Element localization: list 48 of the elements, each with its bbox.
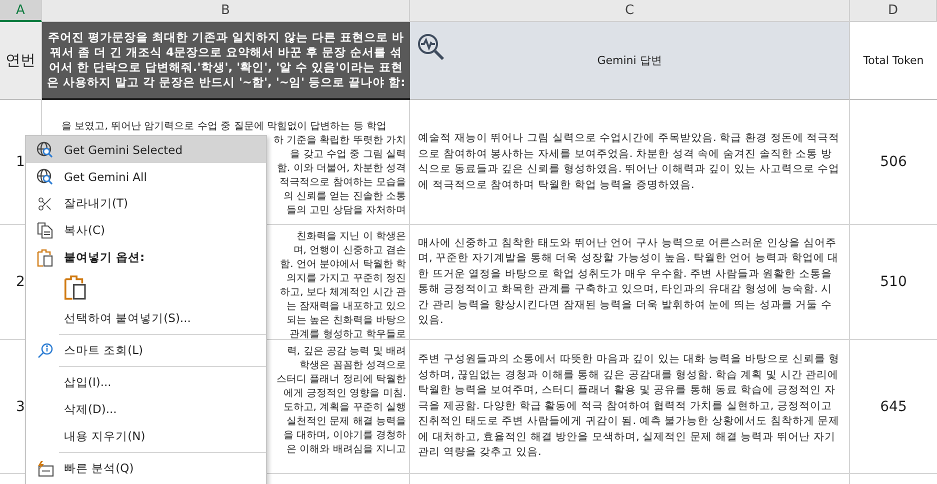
- menu-heading: 붙여넣기 옵션:: [64, 250, 145, 265]
- menu-item[interactable]: Get Gemini Selected: [26, 136, 266, 163]
- cell-text: 력, 깊은 공감 능력 및 배려: [286, 345, 407, 359]
- clipboard-icon: [64, 275, 86, 301]
- cell-text: 학생은 꼼꼼한 성격으로: [300, 359, 407, 373]
- globe-search-icon: [36, 140, 54, 158]
- quick-analysis-icon: [36, 460, 54, 476]
- cell-text: 은 이해와 배려심을 지니고: [286, 443, 407, 457]
- cell-text: 들의 고민 상담을 자처하며: [286, 204, 407, 218]
- cell-text: 을 보였고, 뛰어난 암기력으로 수업 중 질문에 막힘없이 답변하는 등 학업: [62, 120, 388, 134]
- table-cell: 예술적 재능이 뛰어나 그림 실력으로 수업시간에 주목받았음. 학급 환경 정돈에 적극적으로 참여하여 봉사하는 자세를 보여주었음. 차분한 성격 속에 숨겨진 솔직한 소통 방식으로 동료들과 깊은 신뢰를 형성하였음. 뛰어난 이해력과 깊이 있는 사고력으로 수업에 적극적으로 참여하며 탁월한 학업 능력을 증명하였음.: [410, 100, 850, 225]
- table-cell: 연번: [0, 22, 42, 100]
- cell-text: 하고, 보다 체계적인 시간 관: [280, 286, 407, 300]
- cell-text: 함. 언어 분야에서 탁월한 학: [280, 258, 407, 272]
- table-cell: 주변 구성원들과의 소통에서 따뜻한 마음과 깊이 있는 대화 능력을 바탕으로 신뢰를 형성하며, 끊임없는 경청과 이해를 통해 깊은 공감대를 형성함. 학습 계획 및 시간 관리에 탁월한 능력을 보여주며, 스터디 플래너 활용 및 공유를 통해 동료 학습에 긍정적인 자극을 제공함. 다양한 학급 활동에 적극 참여하여 협력적 가치를 실현하고, 긍정적이고 진취적인 태도로 주변 사람들에게 귀감이 됨. 예측 불가능한 상황에서도 침착하게 문제에 대처하고, 효율적인 해결 방안을 모색하며, 실제적인 문제 해결 능력과 뛰어난 자기 관리 역량을 갖추고 있음.: [410, 340, 850, 474]
- cell-text: 는 잠재력을 내포하고 있으: [286, 300, 407, 314]
- column-header[interactable]: A: [0, 0, 42, 22]
- table-cell: 매사에 신중하고 침착한 태도와 뛰어난 언어 구사 능력으로 어른스러운 인상을 심어주며, 꾸준한 자기계발을 통해 더욱 성장할 가능성이 높음. 탁월한 언어 능력과 학업에 대한 뜨거운 열정을 바탕으로 학업 성취도가 매우 우수함. 주변 사람들과 원활한 소통을 통해 긍정적이고 화목한 관계를 구축하고 있으며, 타인과의 유대감 형성에 능숙함. 시간 관리 능력을 향상시킨다면 잠재된 능력을 더욱 발휘하여 눈에 띄는 성과를 거둘 수 있음.: [410, 225, 850, 340]
- column-header[interactable]: C: [410, 0, 850, 22]
- cell-text: 친화력을 지닌 이 학생은: [296, 230, 407, 244]
- cell-text: 실천적인 문제 해결 능력을: [286, 415, 407, 429]
- cell-text: 을 갖고 수업 중 그림 실력: [290, 148, 407, 162]
- table-cell: 506: [850, 100, 937, 225]
- cell-text: 관계를 형성하고 학우들로: [290, 328, 407, 339]
- globe-search-icon: [36, 168, 54, 186]
- header-cell: Gemini 답변: [410, 22, 850, 100]
- column-header[interactable]: B: [42, 0, 410, 22]
- cell-text: 며, 언행이 신중하고 겸손: [293, 244, 407, 258]
- cell-text: 에게 긍정적인 영향을 미침.: [283, 387, 407, 401]
- scissors-icon: [37, 196, 53, 212]
- cell-text: 을 대하며, 이야기를 경청하: [283, 429, 407, 443]
- cell-text: 도하고, 계획을 꾸준히 실행: [283, 401, 407, 415]
- table-cell: 645: [850, 340, 937, 474]
- prompt-header-cell: 주어진 평가문장을 최대한 기존과 일치하지 않는 다른 표현으로 바꿔서 좀 더 긴 개조식 4문장으로 요약해서 바꾼 후 문장 순서를 섞어서 한 단락으로 답변해줘.'학생', '확인', '알 수 있음'이라는 표현은 사용하지 말고 각 문장은 반드시 '~함', '~임' 등으로 끝나야 함:: [42, 22, 410, 100]
- cell-text: 의지를 가지고 꾸준히 정진: [286, 272, 407, 286]
- table-cell: Total Token: [850, 22, 937, 100]
- copy-icon: [37, 222, 53, 239]
- cell-text: 함. 이와 더불어, 차분한 성격: [276, 162, 407, 176]
- column-header[interactable]: D: [850, 0, 937, 22]
- clipboard-icon: [37, 248, 53, 266]
- cell-text: 하 기준을 확립한 뚜렷한 가치: [273, 134, 407, 148]
- search-icon: [37, 342, 53, 358]
- cell-text: 되는 높은 친화력을 바탕으: [286, 314, 407, 328]
- magnifier-pulse-icon: [416, 32, 446, 62]
- table-cell: 510: [850, 225, 937, 340]
- cell-text: 스터디 플래너 정리에 탁월한: [276, 373, 407, 387]
- cell-text: 적극적으로 참여하는 모습을: [280, 176, 407, 190]
- cell-text: 의 신뢰를 얻는 진솔한 소통: [283, 190, 407, 204]
